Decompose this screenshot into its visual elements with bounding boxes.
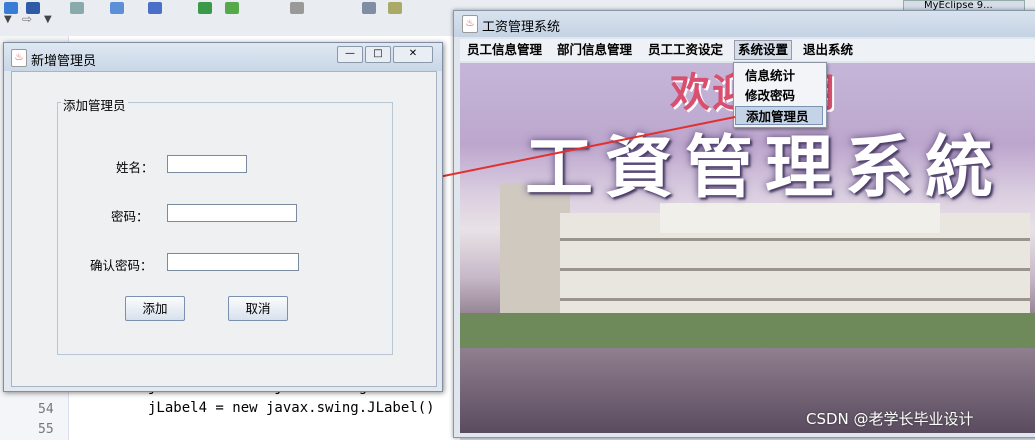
add-button[interactable]: 添加 <box>125 296 185 321</box>
watermark: CSDN @老学长毕业设计 <box>806 410 974 428</box>
confirm-password-label: 确认密码： <box>90 258 153 273</box>
name-label: 姓名： <box>116 160 154 175</box>
dialog-body: 添加管理员 姓名： 密码： 确认密码： 添加 取消 <box>11 71 437 387</box>
group-title: 添加管理员 <box>61 95 128 114</box>
confirm-password-field[interactable] <box>167 253 299 271</box>
add-admin-group <box>57 102 393 355</box>
minimize-button[interactable]: — <box>337 46 363 63</box>
close-button[interactable]: ✕ <box>393 46 433 63</box>
maximize-button[interactable]: □ <box>365 46 391 63</box>
name-field[interactable] <box>167 155 247 173</box>
dialog-titlebar[interactable]: ♨ 新增管理员 — □ ✕ <box>4 43 442 71</box>
dialog-title: 新增管理员 <box>31 54 97 69</box>
password-label: 密码： <box>111 209 149 224</box>
cancel-button[interactable]: 取消 <box>228 296 288 321</box>
java-icon: ♨ <box>11 49 27 67</box>
password-field[interactable] <box>167 204 297 222</box>
add-admin-dialog: ♨ 新增管理员 — □ ✕ 添加管理员 姓名： 密码： 确认密码： 添加 取消 <box>3 42 443 392</box>
